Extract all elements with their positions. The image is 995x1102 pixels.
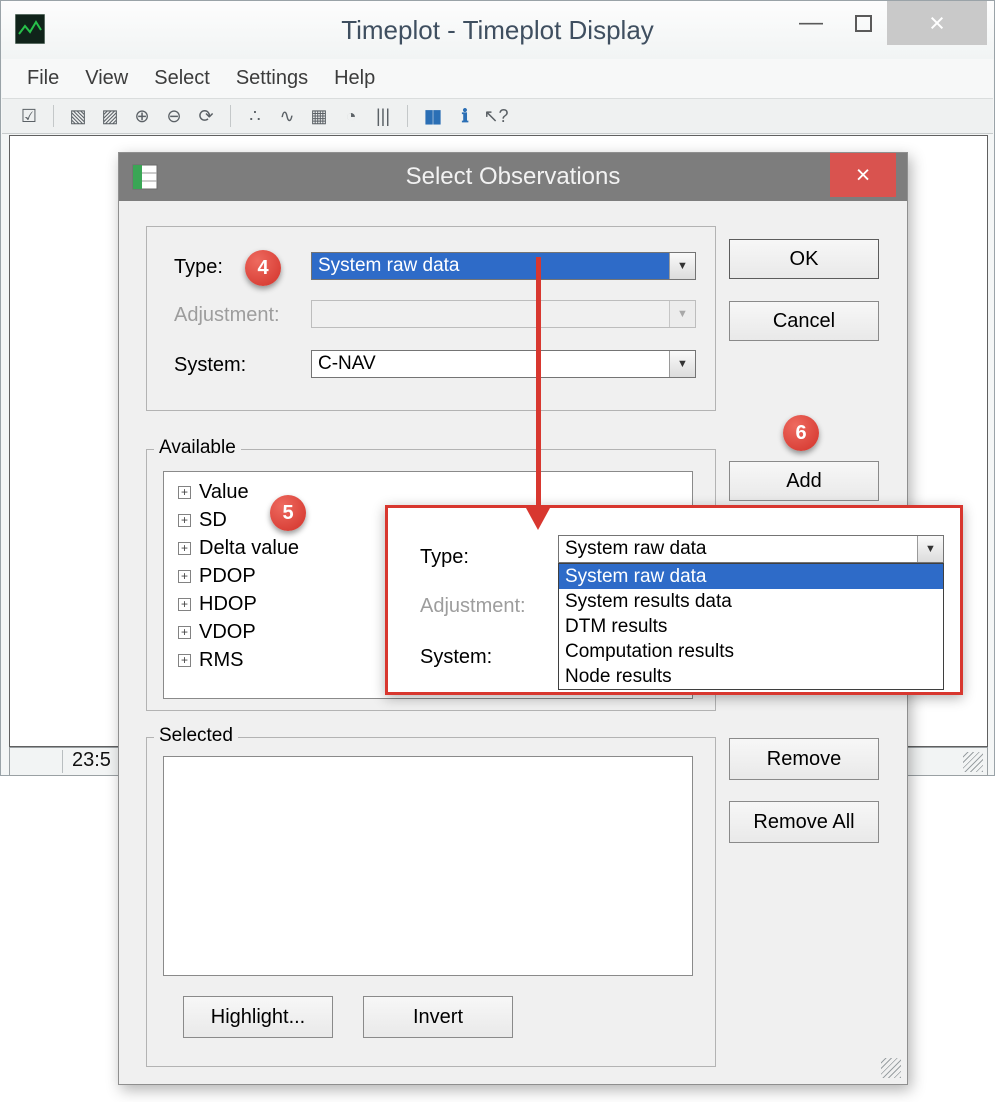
dropdown-option-system-results-data[interactable]: System results data (559, 589, 943, 614)
highlight-button[interactable]: Highlight... (183, 996, 333, 1038)
statusbar-divider (62, 750, 63, 773)
selected-list[interactable] (163, 756, 693, 976)
menu-item-help[interactable]: Help (321, 67, 388, 90)
grid-icon[interactable]: ▦ (304, 102, 334, 130)
tree-item-label: Value (199, 481, 249, 504)
type-dropdown-value: System raw data (312, 253, 669, 279)
status-time: 23:5 (72, 749, 111, 772)
zoom-in-icon[interactable]: ⊕ (127, 102, 157, 130)
select-plot-icon[interactable]: ▧ (63, 102, 93, 130)
remove-all-button[interactable]: Remove All (729, 801, 879, 843)
available-label: Available (154, 437, 241, 459)
menu-item-select[interactable]: Select (141, 67, 223, 90)
confirm-icon[interactable]: ☑ (14, 102, 44, 130)
dropdown-inset: Type: System raw data ▼ System raw data … (385, 505, 963, 695)
menubar: File View Select Settings Help (2, 59, 993, 99)
dialog-titlebar[interactable]: Select Observations × (119, 153, 907, 201)
inset-dropdown-list[interactable]: System raw data System results data DTM … (558, 563, 944, 690)
system-dropdown-value: C-NAV (312, 351, 669, 377)
dropdown-option-dtm-results[interactable]: DTM results (559, 614, 943, 639)
select-series-icon[interactable]: ▨ (95, 102, 125, 130)
inset-type-dropdown-value: System raw data (559, 536, 917, 562)
tree-item-label: RMS (199, 649, 243, 672)
tree-item-label: PDOP (199, 565, 256, 588)
system-dropdown[interactable]: C-NAV ▼ (311, 350, 696, 378)
toolbar: ☑ ▧ ▨ ⊕ ⊖ ⟳ ∴ ∿ ▦ ◔ ||| ▮▮ ℹ ↖? (2, 99, 993, 134)
tree-item-label: SD (199, 509, 227, 532)
tree-item-label: Delta value (199, 537, 299, 560)
annotation-arrow-head (526, 508, 550, 530)
dropdown-option-node-results[interactable]: Node results (559, 664, 943, 689)
system-label: System: (174, 351, 246, 379)
histogram-icon[interactable]: ||| (368, 102, 398, 130)
expand-icon[interactable]: + (178, 542, 191, 555)
expand-icon[interactable]: + (178, 486, 191, 499)
zoom-out-icon[interactable]: ⊖ (159, 102, 189, 130)
adjustment-label: Adjustment: (174, 301, 280, 329)
menu-item-file[interactable]: File (14, 67, 72, 90)
expand-icon[interactable]: + (178, 654, 191, 667)
expand-icon[interactable]: + (178, 626, 191, 639)
info-icon[interactable]: ℹ (449, 102, 479, 130)
help-pointer-icon[interactable]: ↖? (481, 102, 511, 130)
invert-button[interactable]: Invert (363, 996, 513, 1038)
screen: Timeplot - Timeplot Display — × File Vie… (0, 0, 995, 1102)
adjustment-dropdown-value (312, 301, 669, 327)
add-button[interactable]: Add (729, 461, 879, 501)
minimize-button[interactable]: — (792, 1, 830, 45)
maximize-button[interactable] (844, 1, 882, 45)
tree-item-value[interactable]: + Value (164, 478, 692, 506)
tree-item-label: VDOP (199, 621, 256, 644)
inset-system-label: System: (420, 643, 492, 671)
step-badge-4: 4 (245, 250, 281, 286)
expand-icon[interactable]: + (178, 598, 191, 611)
pause-icon[interactable]: ▮▮ (417, 102, 447, 130)
dropdown-arrow-icon: ▼ (669, 301, 695, 327)
refresh-icon[interactable]: ⟳ (191, 102, 221, 130)
dialog-title: Select Observations (119, 153, 907, 201)
maximize-icon (855, 15, 872, 32)
adjustment-dropdown: ▼ (311, 300, 696, 328)
dropdown-option-system-raw-data[interactable]: System raw data (559, 564, 943, 589)
inset-type-label: Type: (420, 543, 469, 571)
toolbar-separator (407, 105, 408, 127)
type-label: Type: (174, 253, 223, 281)
menu-item-view[interactable]: View (72, 67, 141, 90)
line-plot-icon[interactable]: ∿ (272, 102, 302, 130)
window-resize-grip[interactable] (963, 752, 983, 772)
remove-button[interactable]: Remove (729, 738, 879, 780)
dialog-resize-grip[interactable] (881, 1058, 901, 1078)
type-dropdown[interactable]: System raw data ▼ (311, 252, 696, 280)
inset-adjustment-label: Adjustment: (420, 592, 526, 620)
scatter-plot-icon[interactable]: ∴ (240, 102, 270, 130)
dropdown-arrow-icon[interactable]: ▼ (669, 351, 695, 377)
pie-chart-icon[interactable]: ◔ (336, 102, 366, 130)
dropdown-arrow-icon[interactable]: ▼ (669, 253, 695, 279)
annotation-arrow (536, 257, 541, 512)
dropdown-arrow-icon[interactable]: ▼ (917, 536, 943, 562)
close-button[interactable]: × (887, 1, 987, 45)
dialog-close-button[interactable]: × (830, 153, 896, 197)
selected-label: Selected (154, 725, 238, 747)
expand-icon[interactable]: + (178, 570, 191, 583)
ok-button[interactable]: OK (729, 239, 879, 279)
step-badge-5: 5 (270, 495, 306, 531)
step-badge-6: 6 (783, 415, 819, 451)
toolbar-separator (230, 105, 231, 127)
cancel-button[interactable]: Cancel (729, 301, 879, 341)
dropdown-option-computation-results[interactable]: Computation results (559, 639, 943, 664)
menu-item-settings[interactable]: Settings (223, 67, 321, 90)
expand-icon[interactable]: + (178, 514, 191, 527)
tree-item-label: HDOP (199, 593, 257, 616)
toolbar-separator (53, 105, 54, 127)
inset-type-dropdown[interactable]: System raw data ▼ (558, 535, 944, 563)
titlebar[interactable]: Timeplot - Timeplot Display — × (1, 1, 994, 59)
